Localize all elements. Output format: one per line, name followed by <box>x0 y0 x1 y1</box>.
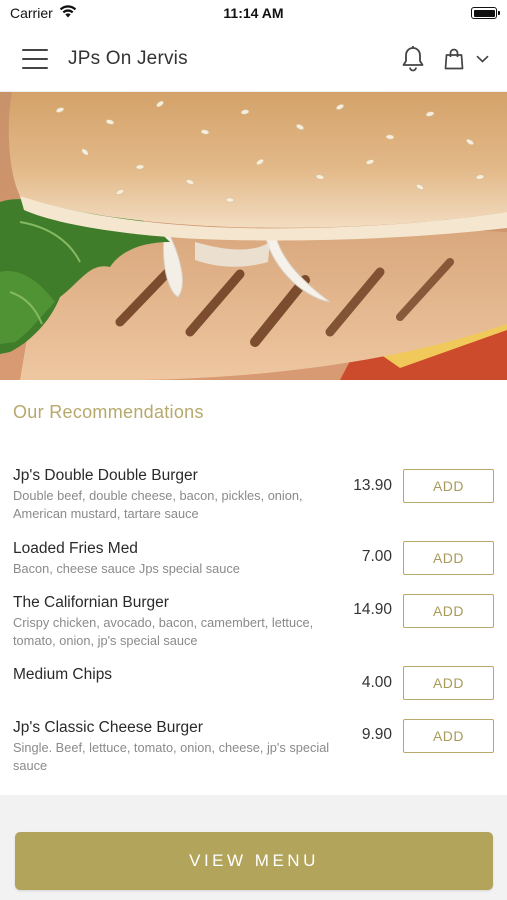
header-actions <box>400 45 489 73</box>
item-price: 13.90 <box>353 477 392 494</box>
add-button[interactable]: ADD <box>403 541 494 575</box>
item-name: Jp's Double Double Burger <box>13 467 198 484</box>
item-text: The Californian Burger Crispy chicken, a… <box>13 593 343 650</box>
item-name: Medium Chips <box>13 666 113 683</box>
battery-fill <box>473 9 495 17</box>
item-text: Medium Chips <box>13 665 343 685</box>
item-price: 9.90 <box>361 726 392 743</box>
bell-icon[interactable] <box>400 45 426 73</box>
item-text: Jp's Classic Cheese Burger Single. Beef,… <box>13 718 343 775</box>
item-text: Loaded Fries Med Bacon, cheese sauce Jps… <box>13 539 343 578</box>
item-text: Jp's Double Double Burger Double beef, d… <box>13 466 343 523</box>
chevron-down-icon[interactable] <box>476 50 489 68</box>
view-menu-button[interactable]: VIEW MENU <box>15 832 493 890</box>
item-name: The Californian Burger <box>13 594 169 611</box>
status-left: Carrier <box>10 5 77 21</box>
shopping-bag-icon[interactable] <box>444 48 489 70</box>
carrier-label: Carrier <box>10 5 53 21</box>
app-header: JPs On Jervis <box>0 26 507 92</box>
wifi-icon <box>59 5 77 21</box>
item-description: Double beef, double cheese, bacon, pickl… <box>13 488 303 521</box>
battery-icon <box>471 7 500 19</box>
hamburger-menu-icon[interactable] <box>22 48 48 69</box>
add-button[interactable]: ADD <box>403 469 494 503</box>
hero-burger-image <box>0 92 507 380</box>
item-name: Loaded Fries Med <box>13 540 138 557</box>
add-button[interactable]: ADD <box>403 594 494 628</box>
item-description: Crispy chicken, avocado, bacon, camember… <box>13 615 314 648</box>
store-title: JPs On Jervis <box>68 47 188 69</box>
item-price: 14.90 <box>353 601 392 618</box>
item-price: 7.00 <box>361 548 392 565</box>
app-screen: Carrier 11:14 AM JPs On Jervis Our Recom… <box>0 0 507 900</box>
item-description: Single. Beef, lettuce, tomato, onion, ch… <box>13 740 330 773</box>
section-title: Our Recommendations <box>13 402 204 422</box>
add-button[interactable]: ADD <box>403 719 494 753</box>
status-bar: Carrier 11:14 AM <box>0 0 507 26</box>
item-price: 4.00 <box>361 674 392 691</box>
item-name: Jp's Classic Cheese Burger <box>13 719 203 736</box>
add-button[interactable]: ADD <box>403 666 494 700</box>
item-description: Bacon, cheese sauce Jps special sauce <box>13 561 240 576</box>
